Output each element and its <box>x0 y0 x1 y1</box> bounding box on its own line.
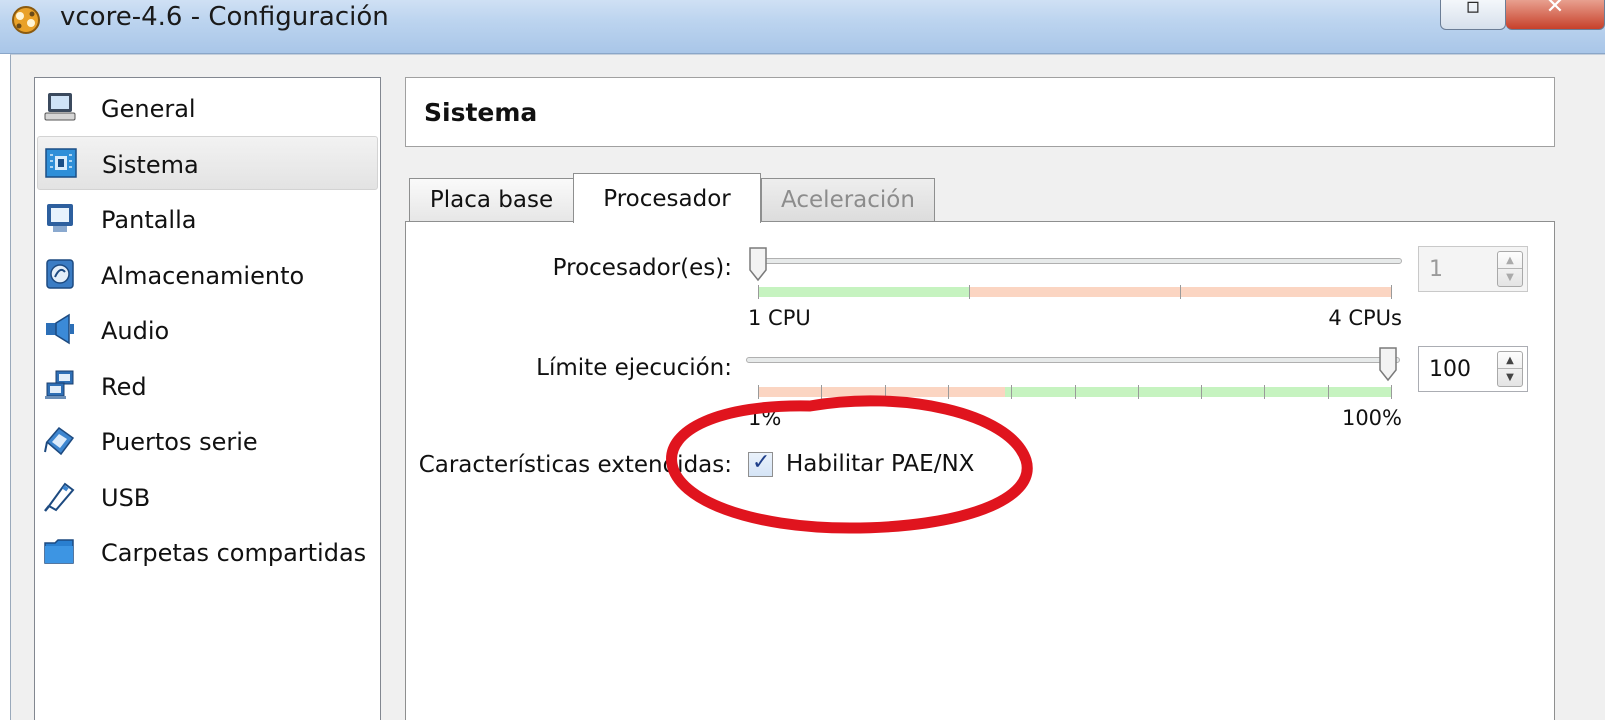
slider-tick <box>969 285 970 299</box>
spin-arrows: ▲ ▼ <box>1497 351 1523 387</box>
sidebar-item-label: Almacenamiento <box>101 262 305 290</box>
processor-count-label: Procesador(es): <box>552 255 732 281</box>
sidebar-item-red[interactable]: Red <box>37 359 378 413</box>
tab-placa-base[interactable]: Placa base <box>409 178 574 222</box>
sidebar-item-label: Audio <box>101 317 170 345</box>
slider-tick <box>1180 285 1181 299</box>
processor-min-label: 1 CPU <box>748 306 811 330</box>
extended-features-label: Características extendidas: <box>418 452 732 478</box>
window-title: vcore-4.6 - Configuración <box>60 2 389 32</box>
checkmark-icon: ✓ <box>752 450 771 475</box>
slider-tick <box>947 385 949 399</box>
maximize-button[interactable]: ▫ <box>1440 0 1506 30</box>
tab-aceleracion[interactable]: Aceleración <box>761 178 935 222</box>
slider-tick <box>1011 385 1013 399</box>
sidebar-item-puertos-serie[interactable]: Puertos serie <box>37 414 378 468</box>
processor-max-label: 4 CPUs <box>1328 306 1402 330</box>
maximize-icon: ▫ <box>1465 0 1481 19</box>
tab-procesador[interactable]: Procesador <box>573 173 761 223</box>
sidebar-item-label: Sistema <box>102 151 199 179</box>
processor-range-band <box>758 287 1392 297</box>
pae-nx-checkbox-label[interactable]: Habilitar PAE/NX <box>786 451 974 477</box>
disk-icon <box>46 259 74 289</box>
folder-icon <box>44 539 74 564</box>
processor-slider-track[interactable] <box>758 258 1402 264</box>
slider-tick <box>1327 385 1329 399</box>
network-icon <box>45 370 74 399</box>
slider-tick <box>1391 285 1392 299</box>
slider-tick <box>821 385 823 399</box>
title-bar: vcore-4.6 - Configuración ▫ ✕ <box>0 0 1605 54</box>
sidebar-item-label: Red <box>101 373 147 401</box>
sidebar-item-sistema[interactable]: Sistema <box>37 136 378 190</box>
serial-port-icon <box>44 426 75 456</box>
sidebar-item-label: Carpetas compartidas <box>101 539 367 567</box>
chip-icon <box>45 148 77 178</box>
usb-icon <box>44 482 75 512</box>
section-header: Sistema <box>405 77 1555 147</box>
slider-tick <box>1391 385 1392 399</box>
sidebar-item-label: General <box>101 95 196 123</box>
close-button[interactable]: ✕ <box>1506 0 1605 30</box>
sidebar-item-label: Puertos serie <box>101 428 258 456</box>
slider-tick <box>1074 385 1076 399</box>
sidebar-item-label: Pantalla <box>101 206 197 234</box>
sidebar-item-label: USB <box>101 484 151 512</box>
sidebar-item-audio[interactable]: Audio <box>37 303 378 357</box>
slider-tick <box>1201 385 1203 399</box>
band-warn <box>758 387 1006 397</box>
band-good <box>758 287 970 297</box>
slider-tick <box>758 385 759 399</box>
slider-tick <box>758 285 759 299</box>
slider-tick <box>1137 385 1139 399</box>
band-good <box>1005 387 1392 397</box>
section-title: Sistema <box>424 98 538 127</box>
sidebar-item-general[interactable]: General <box>37 81 378 135</box>
execution-cap-max-label: 100% <box>1341 406 1402 430</box>
settings-category-list: General Sistema Pantalla Almacenamiento <box>34 77 381 720</box>
execution-cap-spinbox[interactable]: 100 ▲ ▼ <box>1418 346 1528 392</box>
display-icon <box>47 204 73 232</box>
spin-up-icon[interactable]: ▲ <box>1498 352 1522 369</box>
sidebar-item-carpetas-compartidas[interactable]: Carpetas compartidas <box>37 525 378 579</box>
execution-cap-slider-thumb[interactable] <box>1378 346 1398 382</box>
spin-up-icon[interactable]: ▲ <box>1498 252 1522 269</box>
virtualbox-app-icon <box>12 6 40 34</box>
spin-arrows: ▲ ▼ <box>1497 251 1523 287</box>
pae-nx-checkbox[interactable]: ✓ <box>748 450 773 477</box>
processor-count-spinbox[interactable]: 1 ▲ ▼ <box>1418 246 1528 292</box>
execution-cap-min-label: 1% <box>748 406 782 430</box>
monitor-icon <box>44 93 76 121</box>
execution-cap-value: 100 <box>1429 357 1471 382</box>
sidebar-item-usb[interactable]: USB <box>37 470 378 524</box>
sidebar-item-pantalla[interactable]: Pantalla <box>37 192 378 246</box>
execution-cap-label: Límite ejecución: <box>536 355 732 381</box>
close-icon: ✕ <box>1545 0 1565 19</box>
speaker-icon <box>46 313 74 345</box>
processor-slider-thumb[interactable] <box>748 246 768 282</box>
processor-count-value: 1 <box>1429 257 1443 282</box>
spin-down-icon[interactable]: ▼ <box>1498 269 1522 286</box>
execution-cap-slider-track[interactable] <box>746 357 1400 363</box>
sidebar-item-almacenamiento[interactable]: Almacenamiento <box>37 248 378 302</box>
slider-tick <box>884 385 886 399</box>
spin-down-icon[interactable]: ▼ <box>1498 369 1522 386</box>
slider-tick <box>1264 385 1266 399</box>
